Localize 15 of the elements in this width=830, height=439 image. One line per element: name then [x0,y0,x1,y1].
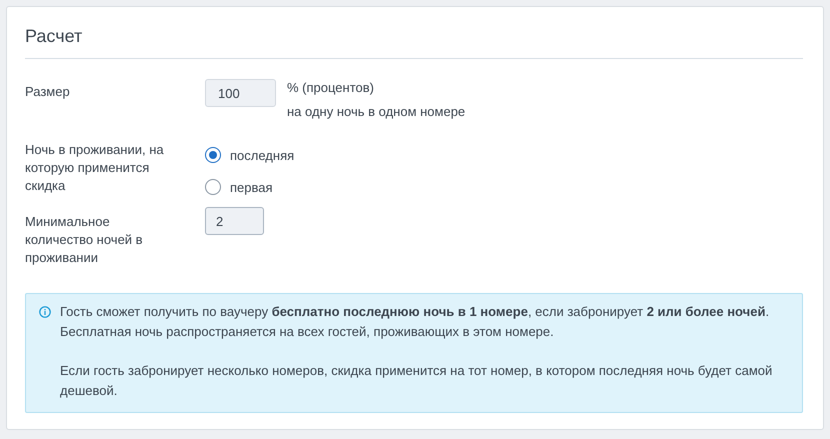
radio-label[interactable]: первая [230,180,273,194]
field-label: Ночь в проживании, на которую применится скидка [25,141,165,195]
hint-text: на одну ночь в одном номере [287,103,466,121]
section-title: Расчет [25,25,82,48]
info-icon [39,306,51,318]
radio-label[interactable]: последняя [230,148,294,162]
field-label: Размер [25,83,70,101]
radio-button[interactable] [205,147,221,163]
field-label: Минимальное количество ночей в проживании [25,213,144,267]
info-text: Гость сможет получить по ваучеру бесплатно последнюю ночь в 1 номере, если забронирует 2 или более ночей. Бесплатная ночь распространяется на всех гостей, проживающих в этом номере. [60,303,770,341]
number-field[interactable]: 100 [205,79,276,107]
number-field[interactable]: 2 [205,207,264,235]
unit-text: % (процентов) [287,79,375,97]
info-text: Если гость забронирует несколько номеров, скидка применится на тот номер, в котором последняя ночь будет самой дешевой. [60,362,774,400]
radio-button[interactable] [205,179,221,195]
